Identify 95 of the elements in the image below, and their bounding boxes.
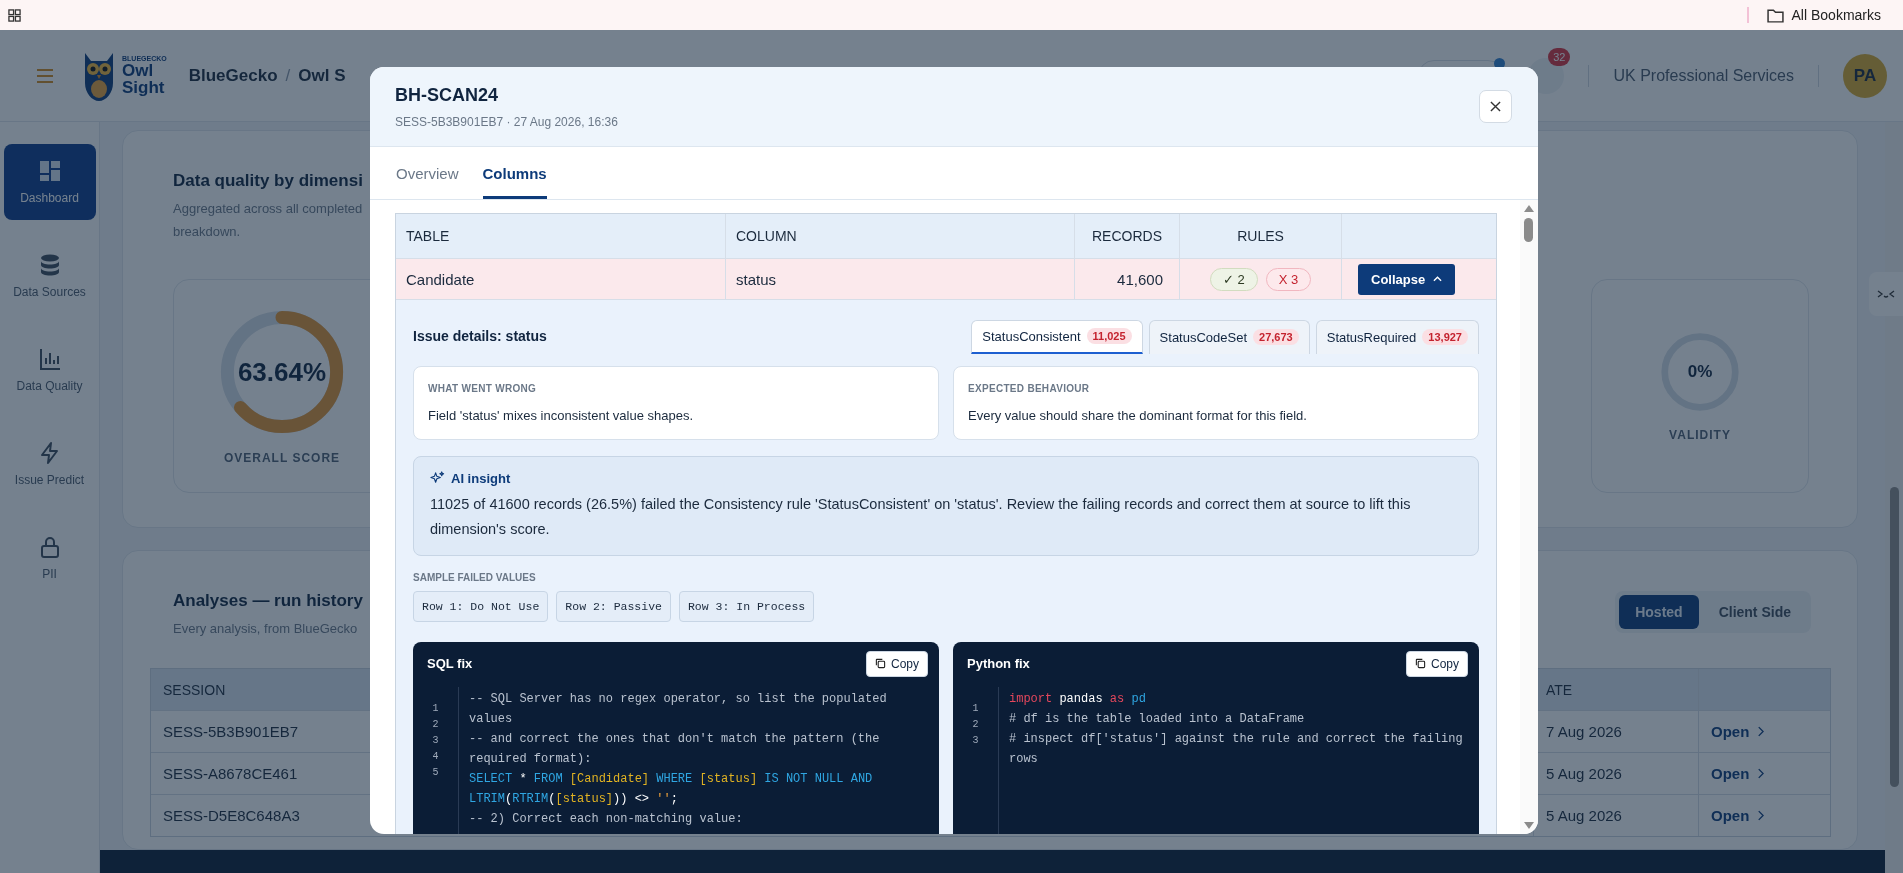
bookmarks-label: All Bookmarks <box>1791 7 1881 23</box>
failure-count: 11,025 <box>1086 328 1132 344</box>
caret-icon <box>1433 276 1443 282</box>
logo-name: Sight <box>122 79 166 96</box>
close-button[interactable] <box>1479 90 1512 123</box>
score-value: 0% <box>1687 362 1713 382</box>
dialog-title: BH-SCAN24 <box>395 84 500 106</box>
code-line: -- and correct the ones that don't match the pattern (the required format): <box>469 730 881 768</box>
dialog-tab[interactable]: Overview <box>396 147 459 199</box>
rule-tab[interactable]: StatusConsistent 11,025 <box>971 320 1143 354</box>
score-label: VALIDITY <box>1669 428 1731 442</box>
logo-name: Owl <box>122 62 155 79</box>
dialog-subtitle: SESS-5B3B901EB7 · 27 Aug 2026, 16:36 <box>395 114 618 129</box>
mode-button[interactable]: Hosted <box>1619 595 1699 629</box>
line-number: 1 <box>972 701 979 716</box>
sidebar-item[interactable]: Issue Predict <box>3 426 96 502</box>
column-header: TABLE <box>405 227 451 246</box>
chevron-right-icon <box>1757 726 1765 737</box>
organisation-name[interactable]: UK Professional Services <box>1613 66 1794 85</box>
line-number: 5 <box>432 765 439 780</box>
open-link[interactable]: Open <box>1711 723 1765 740</box>
apps-grid-icon[interactable] <box>8 8 21 22</box>
insight-text: 11025 of 41600 records (26.5%) failed the Consistency rule 'StatusConsistent' on 'status'. Review the failing records and correct them at source to lift this dimension's score. <box>430 495 1412 540</box>
notification-count: 32 <box>1548 47 1571 66</box>
sample-value: Row 1: Do Not Use <box>413 590 549 622</box>
dialog-scrollbar[interactable] <box>1520 200 1538 834</box>
card-title: Data quality by dimensi <box>173 171 363 191</box>
breadcrumb-item[interactable]: Owl S <box>298 65 346 86</box>
code-panel-title: Python fix <box>967 656 1030 672</box>
line-number: 1 <box>432 701 439 716</box>
sidebar-item[interactable]: PII <box>3 520 96 596</box>
code-line: import pandas as pd <box>1009 690 1147 708</box>
sidebar-item[interactable]: Dashboard <box>3 144 96 220</box>
copy-icon <box>1415 658 1426 670</box>
code-line: SELECT * FROM [Candidate] WHERE [status] IS NOT NULL AND LTRIM(RTRIM([status])) <> ''; <box>469 770 874 808</box>
card-subtitle: breakdown. <box>173 224 241 239</box>
failed-rules-badge: X 3 <box>1265 267 1312 291</box>
mode-button[interactable]: Client Side <box>1702 595 1807 629</box>
rule-tab[interactable]: StatusCodeSet 27,673 <box>1148 320 1310 354</box>
code-line: -- 2) Correct each non-matching value: <box>469 810 744 828</box>
failure-count: 27,673 <box>1253 329 1299 345</box>
code-line: # inspect df['status'] against the rule and correct the failing rows <box>1009 730 1464 768</box>
session-id: SESS-A8678CE461 <box>163 765 298 782</box>
sample-value: Row 2: Passive <box>556 590 671 622</box>
sample-value: Row 3: In Process <box>678 590 815 622</box>
chevron-right-icon <box>1757 810 1765 821</box>
info-text: Field 'status' mixes inconsistent value shapes. <box>428 408 695 423</box>
close-icon <box>1490 101 1501 112</box>
copy-button[interactable]: Copy <box>1406 650 1468 677</box>
copy-icon <box>875 658 886 670</box>
sidebar-item[interactable]: Data Sources <box>3 238 96 314</box>
info-label: EXPECTED BEHAVIOUR <box>968 383 1091 394</box>
passed-rules-badge: ✓ 2 <box>1209 267 1258 291</box>
user-avatar[interactable]: PA <box>1843 53 1887 98</box>
chevron-right-icon <box>1757 768 1765 779</box>
dialog-tab[interactable]: Columns <box>482 147 547 199</box>
table-cell-text: Candidate <box>405 269 476 290</box>
column-header: ATE <box>1546 681 1573 698</box>
line-number: 2 <box>432 717 439 732</box>
breadcrumb-separator: / <box>285 65 291 86</box>
session-id: SESS-D5E8C648A3 <box>163 807 300 824</box>
sidebar-item[interactable]: Data Quality <box>3 332 96 408</box>
open-link[interactable]: Open <box>1711 765 1765 782</box>
assistant-widget[interactable] <box>1869 272 1903 316</box>
insight-title: AI insight <box>451 471 511 486</box>
details-title: Issue details: status <box>413 328 547 346</box>
open-link[interactable]: Open <box>1711 807 1765 824</box>
menu-icon[interactable] <box>37 68 53 83</box>
info-label: WHAT WENT WRONG <box>428 383 538 394</box>
session-id: SESS-5B3B901EB7 <box>163 723 299 740</box>
line-number: 4 <box>432 749 439 764</box>
line-number: 3 <box>972 733 979 748</box>
dashboard-icon <box>37 159 62 183</box>
rule-tab[interactable]: StatusRequired 13,927 <box>1315 320 1479 354</box>
card-subtitle: Every analysis, from BlueGecko <box>173 621 358 636</box>
card-title: Analyses — run history <box>173 591 363 611</box>
line-number: 2 <box>972 717 979 732</box>
score-value: 63.64% <box>237 356 327 388</box>
collapse-button[interactable]: Collapse <box>1358 263 1456 295</box>
samples-label: SAMPLE FAILED VALUES <box>413 571 537 583</box>
bookmarks-link[interactable]: All Bookmarks <box>1746 7 1881 23</box>
failure-count: 13,927 <box>1422 329 1468 345</box>
code-panel-title: SQL fix <box>427 656 473 672</box>
bar-chart-icon <box>37 347 62 371</box>
breadcrumb-item[interactable]: BlueGecko <box>188 65 278 86</box>
folder-icon <box>1766 7 1784 23</box>
column-header: SESSION <box>163 681 226 698</box>
line-number: 3 <box>432 733 439 748</box>
code-line: # df is the table loaded into a DataFrame <box>1009 710 1306 728</box>
score-label: OVERALL SCORE <box>223 451 341 465</box>
code-line: -- SQL Server has no regex operator, so list the populated values <box>469 690 888 728</box>
info-text: Every value should share the dominant format for this field. <box>968 408 1308 423</box>
sparkle-icon <box>430 471 445 486</box>
card-subtitle: Aggregated across all completed <box>173 201 363 216</box>
copy-button[interactable]: Copy <box>866 650 928 677</box>
